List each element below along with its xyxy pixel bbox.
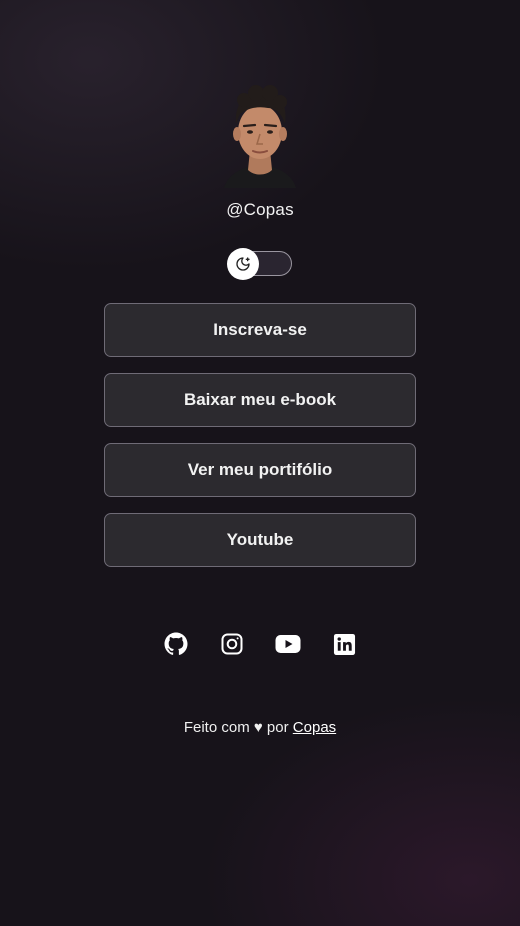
page: @Copas Inscreva-se Baixar meu e-book Ver… <box>0 0 520 926</box>
youtube-button[interactable]: Youtube <box>104 513 416 567</box>
toggle-knob[interactable] <box>227 248 259 280</box>
github-icon[interactable] <box>163 631 189 657</box>
footer: Feito com ♥ por Copas <box>0 719 520 736</box>
youtube-icon[interactable] <box>275 631 301 657</box>
portfolio-button[interactable]: Ver meu portifólio <box>104 443 416 497</box>
theme-toggle[interactable] <box>227 248 292 280</box>
footer-text: Feito com ♥ por <box>183 719 289 736</box>
profile-handle: @Copas <box>226 200 294 219</box>
profile-photo <box>224 85 296 188</box>
footer-author-link[interactable]: Copas <box>293 719 336 736</box>
moon-stars-icon <box>236 257 250 271</box>
download-ebook-button[interactable]: Baixar meu e-book <box>104 373 416 427</box>
instagram-icon[interactable] <box>219 631 245 657</box>
social-links <box>0 631 520 657</box>
subscribe-button[interactable]: Inscreva-se <box>104 303 416 357</box>
linkedin-icon[interactable] <box>331 631 357 657</box>
